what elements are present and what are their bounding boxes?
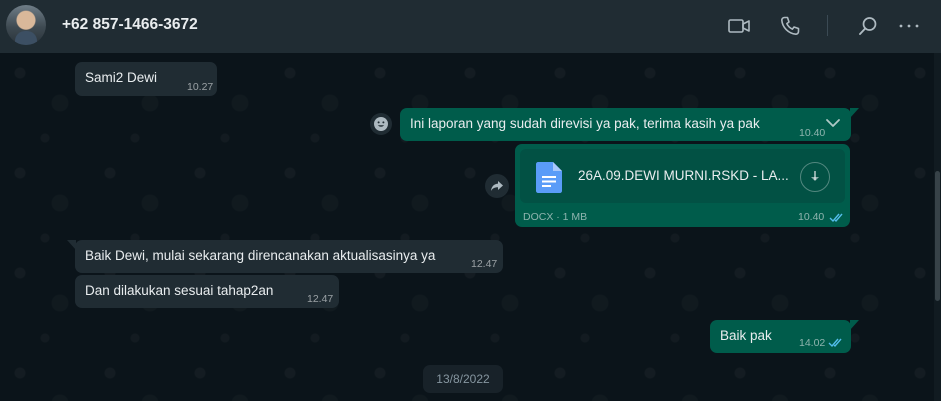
conversation-panel[interactable]: Sami2 Dewi 10.27 Ini laporan yang sudah … [0,53,934,401]
search-icon[interactable] [856,14,880,38]
message-text: Ini laporan yang sudah direvisi ya pak, … [410,116,760,131]
message-outgoing[interactable]: Baik pak 14.02 [710,320,859,353]
read-receipt-icon [829,213,843,223]
message-time: 10.27 [187,81,214,93]
message-text: Dan dilakukan sesuai tahap2an [85,283,274,298]
date-separator: 13/8/2022 [423,365,503,393]
forward-button[interactable] [485,174,509,198]
reaction-button[interactable] [370,113,392,135]
contact-name[interactable]: +62 857-1466-3672 [62,16,198,34]
message-incoming[interactable]: Baik Dewi, mulai sekarang direncanakan a… [67,240,503,273]
message-text: Sami2 Dewi [85,70,158,85]
chevron-down-icon[interactable] [825,117,841,129]
document-filename: 26A.09.DEWI MURNI.RSKD - LA... [578,168,789,183]
document-meta: DOCX · 1 MB [523,211,588,223]
message-time: 12.47 [307,293,334,305]
chat-header: +62 857-1466-3672 [0,0,941,53]
download-icon [811,171,819,181]
message-incoming[interactable]: Sami2 Dewi 10.27 [75,62,217,96]
message-time: 10.40 [799,127,826,139]
download-button[interactable] [800,162,830,192]
message-text: Baik Dewi, mulai sekarang direncanakan a… [85,248,436,263]
message-incoming[interactable]: Dan dilakukan sesuai tahap2an 12.47 [75,275,339,308]
message-time: 14.02 [799,337,826,349]
scrollbar[interactable] [934,53,941,401]
avatar[interactable] [6,5,46,45]
message-text: Baik pak [720,328,772,343]
message-document[interactable]: 26A.09.DEWI MURNI.RSKD - LA... DOCX · 1 … [515,144,850,227]
document-icon [536,162,562,193]
document-card[interactable]: 26A.09.DEWI MURNI.RSKD - LA... [520,149,845,203]
message-time: 12.47 [471,258,498,270]
scrollbar-thumb[interactable] [935,171,940,301]
forward-icon [491,181,503,191]
header-divider [827,15,828,36]
smiley-icon [374,117,388,131]
voice-call-icon[interactable] [778,14,802,38]
menu-icon[interactable] [897,14,921,38]
message-outgoing[interactable]: Ini laporan yang sudah direvisi ya pak, … [400,108,859,141]
video-call-icon[interactable] [727,14,751,38]
read-receipt-icon [828,338,842,348]
message-time: 10.40 [798,211,825,223]
